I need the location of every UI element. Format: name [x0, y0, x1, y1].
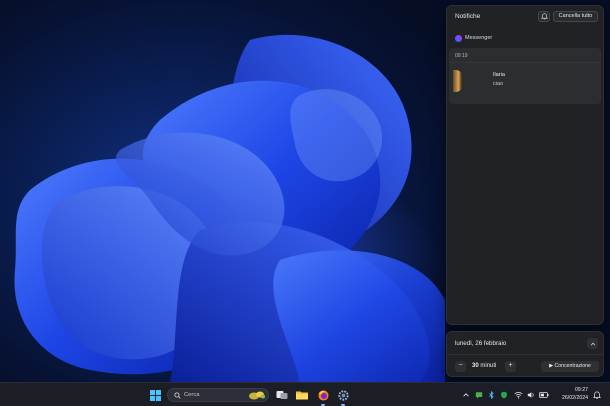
chevron-up-icon[interactable]: [462, 391, 470, 399]
start-button[interactable]: [147, 387, 163, 403]
notification-center-button[interactable]: [590, 387, 604, 403]
search-highlight-icon: [249, 391, 265, 400]
bell-snooze-icon: [540, 13, 548, 20]
chat-app-icon[interactable]: [475, 391, 483, 399]
search-placeholder: Cerca: [184, 392, 200, 398]
notification-message: ciao: [493, 81, 504, 87]
settings-button[interactable]: [335, 387, 351, 403]
calendar-panel: lunedì, 26 febbraio − 30 minuti + ▶ Conc…: [446, 331, 604, 377]
notification-card[interactable]: 09:19 Ilaria ciao: [449, 48, 601, 104]
increase-focus-button[interactable]: +: [505, 361, 516, 372]
windows-logo-icon: [149, 389, 161, 401]
messenger-icon: [455, 34, 462, 42]
taskbar: Cerca 09:27 26/02/2024: [0, 382, 610, 406]
task-view-icon: [276, 391, 288, 399]
app-group-messenger[interactable]: Messenger: [455, 33, 492, 43]
folder-icon: [296, 391, 308, 400]
notification-sender: Ilaria: [493, 72, 505, 78]
notification-time: 09:19: [455, 53, 468, 59]
firefox-icon: [317, 389, 329, 401]
battery-icon[interactable]: [539, 391, 549, 399]
notification-title: Notifiche: [455, 13, 481, 20]
notification-header: Notifiche Cancella tutto: [447, 6, 603, 28]
calendar-date: lunedì, 26 febbraio: [455, 340, 507, 347]
bluetooth-icon[interactable]: [488, 391, 495, 399]
clock-time: 09:27: [575, 387, 588, 393]
decrease-focus-button[interactable]: −: [455, 361, 466, 372]
focus-duration: 30 minuti: [472, 363, 496, 369]
security-shield-icon[interactable]: [500, 391, 508, 399]
notification-center: Notifiche Cancella tutto Messenger 09:19…: [446, 5, 604, 325]
focus-session-button[interactable]: ▶ Concentrazione: [541, 361, 599, 372]
taskbar-clock[interactable]: 09:27 26/02/2024: [556, 386, 588, 402]
focus-button-label: Concentrazione: [554, 363, 591, 369]
wifi-icon[interactable]: [514, 391, 523, 399]
task-view-button[interactable]: [274, 387, 290, 403]
play-icon: ▶: [549, 363, 554, 369]
file-explorer-button[interactable]: [294, 387, 310, 403]
bell-icon: [593, 391, 601, 399]
clock-date: 26/02/2024: [562, 395, 588, 401]
taskbar-search[interactable]: Cerca: [167, 388, 269, 402]
focus-unit: minuti: [480, 363, 497, 369]
app-name: Messenger: [465, 35, 493, 41]
search-icon: [174, 392, 181, 399]
chevron-up-icon: [590, 342, 595, 345]
sender-avatar: [453, 70, 462, 92]
calendar-divider: [447, 354, 603, 355]
volume-icon[interactable]: [527, 391, 535, 399]
do-not-disturb-button[interactable]: [538, 11, 550, 22]
notification-divider: [449, 62, 601, 63]
collapse-calendar-button[interactable]: [587, 338, 598, 349]
system-tray: [462, 383, 549, 406]
clear-all-button[interactable]: Cancella tutto: [553, 11, 598, 22]
focus-minutes: 30: [472, 363, 479, 369]
gear-icon: [337, 389, 349, 401]
firefox-button[interactable]: [315, 387, 331, 403]
